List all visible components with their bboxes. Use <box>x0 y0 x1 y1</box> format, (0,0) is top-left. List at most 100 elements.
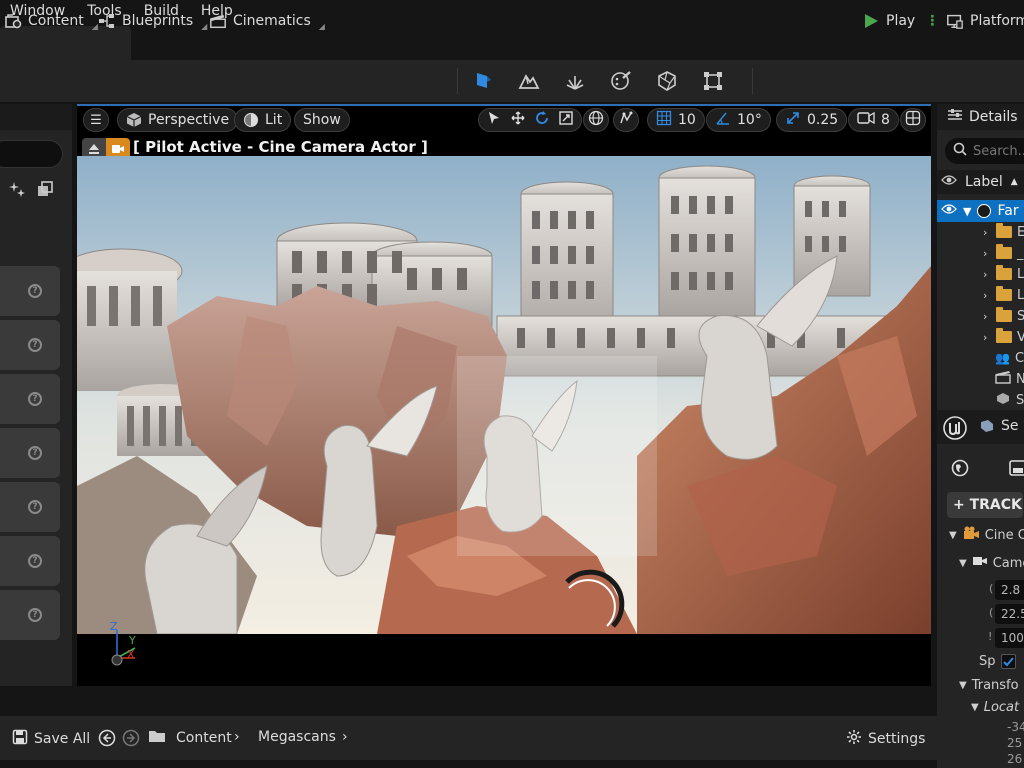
outliner-search-input[interactable]: Search... <box>945 138 1024 164</box>
blueprints-button[interactable]: Blueprints ◢ <box>98 10 207 32</box>
level-viewport[interactable]: ☰ Perspective Lit Show 10 10° 0.25 8 [P… <box>77 104 931 686</box>
select-mode-icon[interactable] <box>460 60 506 102</box>
content-button[interactable]: Content ◢ <box>4 10 98 32</box>
platforms-icon <box>946 12 964 30</box>
save-all-button[interactable]: Save All <box>12 729 90 749</box>
chevron-right-icon[interactable]: › <box>983 289 991 302</box>
landscape-mode-icon[interactable] <box>506 60 552 102</box>
chevron-right-icon[interactable]: › <box>983 331 991 344</box>
outliner-actor-row[interactable]: N <box>995 369 1024 389</box>
sequencer-track-row[interactable]: ▼ Cine Ca <box>949 524 1024 546</box>
details-tab[interactable]: Details <box>937 104 1024 130</box>
chevron-right-icon[interactable]: › <box>983 310 991 323</box>
outliner-column-header[interactable]: Label ▲ <box>937 170 1024 194</box>
help-icon[interactable]: ? <box>28 338 42 352</box>
viewport-menu-button[interactable]: ☰ <box>83 108 109 132</box>
expand-chevron-icon[interactable]: ▼ <box>963 205 971 218</box>
breadcrumb-megascans[interactable]: Megascans <box>258 729 336 745</box>
translate-icon[interactable] <box>511 111 525 129</box>
breadcrumb-separator[interactable]: › <box>234 729 240 745</box>
outliner-row-selected[interactable]: ▼ Far <box>937 200 1024 222</box>
aperture-value[interactable]: 2.8 <box>995 580 1024 600</box>
play-options-icon[interactable]: ⋮ <box>925 13 939 29</box>
visibility-eye-icon[interactable] <box>941 203 957 219</box>
foliage-mode-icon[interactable] <box>552 60 598 102</box>
chevron-down-icon: ◢ <box>318 21 325 31</box>
list-item[interactable]: ? <box>0 320 60 370</box>
help-icon[interactable]: ? <box>28 446 42 460</box>
search-input[interactable] <box>0 140 63 168</box>
outliner-folder-row[interactable]: › L <box>983 285 1024 305</box>
play-button[interactable]: Play ⋮ <box>862 10 939 32</box>
outliner-folder-row[interactable]: › V <box>983 327 1024 347</box>
help-icon[interactable]: ? <box>28 554 42 568</box>
outliner-folder-row[interactable]: › L <box>983 264 1024 284</box>
outliner-folder-row[interactable]: › S <box>983 306 1024 326</box>
cinematics-button[interactable]: Cinematics ◢ <box>209 10 325 32</box>
pilot-status-text: [ Pilot Active - Cine Camera Actor ] <box>133 138 428 156</box>
help-icon[interactable]: ? <box>28 284 42 298</box>
list-item[interactable]: ? <box>0 590 60 640</box>
axis-y-label: Y <box>129 634 136 647</box>
rotation-snap-button[interactable]: 10° <box>706 108 771 132</box>
focal-length-value[interactable]: 22.5 <box>995 604 1024 624</box>
track-label: Transfo <box>971 677 1019 693</box>
outliner-actor-row[interactable]: S <box>995 390 1024 410</box>
save-sequence-icon[interactable] <box>1009 460 1024 480</box>
show-button[interactable]: Show <box>294 108 350 132</box>
settings-button[interactable]: Settings <box>846 729 925 749</box>
list-item[interactable]: ? <box>0 266 60 316</box>
sort-up-icon[interactable]: ▲ <box>1011 177 1018 187</box>
visibility-eye-icon[interactable] <box>941 174 957 190</box>
list-item[interactable]: ? <box>0 374 60 424</box>
sequencer-track-row[interactable]: ▼ Transfo <box>959 674 1019 696</box>
scale-icon[interactable] <box>559 111 573 129</box>
outliner-folder-row[interactable]: › E <box>983 222 1024 242</box>
sequencer-track-row[interactable]: ▼ Came <box>959 552 1024 574</box>
perspective-button[interactable]: Perspective <box>117 108 239 132</box>
chevron-down-icon[interactable]: ▼ <box>949 530 957 541</box>
forward-button[interactable] <box>122 729 140 747</box>
outliner-actor-row[interactable]: 👥 C <box>995 348 1024 368</box>
add-track-button[interactable]: + TRACK <box>947 492 1023 518</box>
sequencer-tab[interactable]: Se <box>979 418 1019 434</box>
help-icon[interactable]: ? <box>28 500 42 514</box>
chevron-down-icon[interactable]: ▼ <box>959 558 967 569</box>
world-space-button[interactable] <box>583 108 609 132</box>
select-arrow-icon[interactable] <box>487 111 501 129</box>
shapes-icon[interactable] <box>36 180 54 198</box>
grid-snap-button[interactable]: 10 <box>647 108 705 132</box>
outliner-folder-row[interactable]: › _ <box>983 243 1024 263</box>
list-item[interactable]: ? <box>0 482 60 532</box>
modeling-mode-icon[interactable] <box>690 60 736 102</box>
chevron-right-icon[interactable]: › <box>983 268 991 281</box>
toolbar-divider <box>457 68 458 94</box>
spawned-checkbox[interactable] <box>1000 653 1016 669</box>
chevron-down-icon[interactable]: ▼ <box>971 702 979 713</box>
fracture-mode-icon[interactable] <box>644 60 690 102</box>
breadcrumb-content[interactable]: Content <box>148 729 232 747</box>
sequencer-track-row[interactable]: ▼ Locat <box>971 696 1019 718</box>
help-icon[interactable]: ? <box>28 392 42 406</box>
list-item[interactable]: ? <box>0 536 60 586</box>
scale-snap-button[interactable]: 0.25 <box>776 108 848 132</box>
surface-snap-button[interactable] <box>613 108 639 132</box>
chevron-right-icon[interactable]: › <box>983 247 991 260</box>
platforms-button[interactable]: Platform <box>946 10 1024 32</box>
help-icon[interactable]: ? <box>28 608 42 622</box>
location-z-value[interactable]: 26 <box>1007 748 1022 768</box>
mesh-paint-mode-icon[interactable] <box>598 60 644 102</box>
back-button[interactable] <box>98 729 116 747</box>
camera-speed-button[interactable]: 8 <box>848 108 899 132</box>
scene-render[interactable] <box>77 156 931 634</box>
chevron-down-icon[interactable]: ▼ <box>959 680 967 691</box>
list-item[interactable]: ? <box>0 428 60 478</box>
lit-button[interactable]: Lit <box>234 108 292 132</box>
chevron-right-icon[interactable]: › <box>983 226 991 239</box>
sparkle-icon[interactable] <box>8 180 26 198</box>
viewport-layout-button[interactable] <box>900 108 926 132</box>
breadcrumb-separator[interactable]: › <box>342 729 348 745</box>
world-settings-icon[interactable] <box>951 459 969 481</box>
focus-distance-value[interactable]: 1000 <box>995 628 1024 648</box>
rotate-icon[interactable] <box>535 111 549 129</box>
